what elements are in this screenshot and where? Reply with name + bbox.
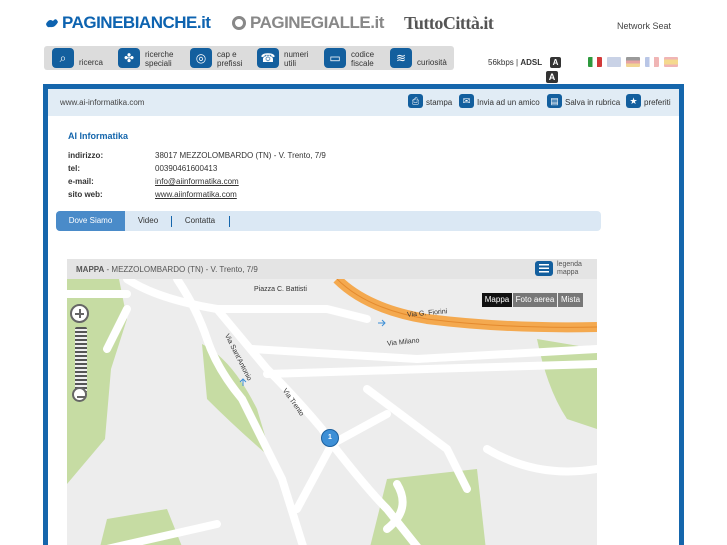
tab-video[interactable]: Video [128,211,168,231]
address-value: 38017 MEZZOLOMBARDO (TN) - V. Trento, 7/… [155,151,326,160]
font-size-large-button[interactable]: A [546,71,558,83]
map-canvas[interactable]: Piazza C. Battisti Via G. Fiorini Via Mi… [67,279,597,545]
flag-france-icon[interactable] [645,57,659,67]
tab-separator [229,216,230,227]
star-icon: ★ [626,94,641,108]
question-icon: ≋ [390,48,412,68]
globe-icon: ◎ [190,48,212,68]
network-seat-link[interactable]: Network Seat [617,21,671,31]
url-bar: www.ai-informatika.com ⎙ stampa ✉ Invia … [48,89,679,116]
tuttocitta-logo[interactable]: TuttoCittà.it [404,13,494,34]
zoom-slider[interactable] [75,327,87,393]
map-drawing [67,279,597,545]
map-title: MAPPA - MEZZOLOMBARDO (TN) - V. Trento, … [76,265,258,274]
envelope-icon: ✉ [459,94,474,108]
connection-speed[interactable]: 56kbps | ADSL [488,58,542,67]
phone-icon: ☎ [257,48,279,68]
legend-list-icon [535,261,553,276]
card-icon: ▭ [324,48,346,68]
paginebianche-logo[interactable]: PAGINEBIANCHE.it [45,13,211,33]
tab-dove-siamo[interactable]: Dove Siamo [56,211,125,231]
flag-germany-icon[interactable] [626,57,640,67]
map-type-foto-aerea[interactable]: Foto aerea [513,293,557,307]
search-icon: ⌕ [52,48,74,68]
tel-value: 00390461600413 [155,164,218,173]
puzzle-icon: ✤ [118,48,140,68]
zoom-out-button[interactable] [72,387,87,402]
tab-separator [171,216,172,227]
paginegialle-logo[interactable]: PAGINEGIALLE.it [232,13,384,33]
print-icon: ⎙ [408,94,423,108]
service-ricerche-speciali[interactable]: ✤ ricerche speciali [118,46,184,70]
flag-italy-icon[interactable] [588,57,602,67]
tab-bar: Dove Siamo Video Contatta [56,211,601,231]
service-cap-prefissi[interactable]: ◎ cap e prefissi [190,46,252,70]
tel-label: tel: [68,164,80,173]
location-marker[interactable]: 1 [321,429,339,447]
email-label: e-mail: [68,177,94,186]
font-size-small-button[interactable]: A [550,57,561,68]
service-numeri-utili[interactable]: ☎ numeri utili [257,46,317,70]
zoom-in-button[interactable] [70,304,89,323]
map-type-mista[interactable]: Mista [558,293,583,307]
map-type-mappa[interactable]: Mappa [482,293,512,307]
road-network [67,279,597,545]
service-label: numeri utili [284,50,309,68]
email-link[interactable]: info@aiinformatika.com [155,177,239,186]
service-label: ricerche speciali [145,50,174,68]
map-legend-button[interactable]: legenda mappa [535,261,595,277]
service-ricerca[interactable]: ⌕ ricerca [52,46,112,70]
service-label: codice fiscale [351,50,375,68]
address-label: indirizzo: [68,151,104,160]
paginegialle-mark-icon [232,16,246,30]
business-card-frame: www.ai-informatika.com ⎙ stampa ✉ Invia … [43,84,684,545]
business-url[interactable]: www.ai-informatika.com [60,98,144,107]
address-book-icon: ▤ [547,94,562,108]
service-codice-fiscale[interactable]: ▭ codice fiscale [324,46,386,70]
business-name: AI Informatika [68,131,129,141]
map-panel: MAPPA - MEZZOLOMBARDO (TN) - V. Trento, … [67,259,597,545]
street-label-piazza-battisti: Piazza C. Battisti [254,286,307,293]
website-label: sito web: [68,190,103,199]
one-way-arrow-icon [378,319,386,327]
service-curiosita[interactable]: ≋ curiosità [390,46,452,70]
flag-uk-icon[interactable] [607,57,621,67]
service-label: cap e prefissi [217,50,243,68]
map-header: MAPPA - MEZZOLOMBARDO (TN) - V. Trento, … [67,259,597,279]
tab-contatta[interactable]: Contatta [174,211,226,231]
legend-label: legenda mappa [557,261,582,276]
flag-spain-icon[interactable] [664,57,678,67]
brand-header: PAGINEBIANCHE.it PAGINEGIALLE.it TuttoCi… [0,0,727,44]
services-bar: ⌕ ricerca ✤ ricerche speciali ◎ cap e pr… [44,46,454,70]
website-link[interactable]: www.aiinformatika.com [155,190,237,199]
flower-icon [46,19,58,28]
